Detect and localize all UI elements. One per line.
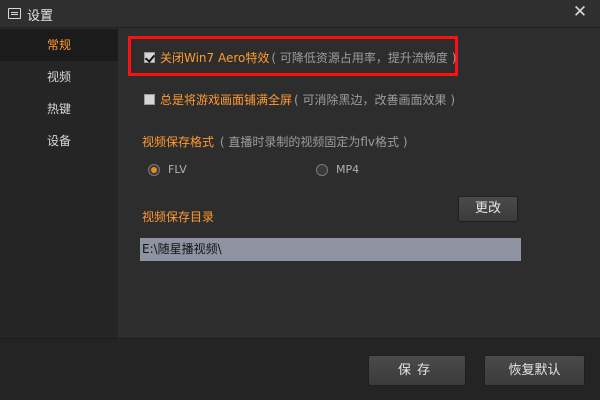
restore-defaults-button[interactable]: 恢复默认	[484, 355, 585, 386]
video-format-note: ( 直播时录制的视频固定为flv格式 )	[219, 135, 408, 149]
sidebar-item-hotkeys[interactable]: 热键	[0, 93, 118, 125]
aero-option[interactable]: 关闭Win7 Aero特效 ( 可降低资源占用率，提升流畅度 )	[144, 49, 456, 66]
close-button[interactable]: ✕	[560, 0, 600, 24]
mp4-radio-label: MP4	[336, 163, 360, 176]
aero-option-note: ( 可降低资源占用率，提升流畅度 )	[271, 51, 457, 65]
aero-checkbox[interactable]	[144, 52, 155, 63]
video-format-label: 视频保存格式	[142, 135, 215, 149]
mp4-radio-button[interactable]	[316, 163, 328, 176]
format-radio-flv[interactable]: FLV	[148, 163, 187, 176]
save-directory-field[interactable]: E:\随星播视频\	[140, 238, 521, 261]
format-radio-mp4[interactable]: MP4	[316, 163, 359, 176]
save-directory-label: 视频保存目录	[142, 210, 215, 224]
sidebar-item-devices[interactable]: 设备	[0, 125, 118, 157]
fullscreen-option-note: ( 可消除黑边，改善画面效果 )	[294, 93, 456, 107]
title-bar: 设置 ✕	[0, 0, 600, 28]
fullscreen-option-label: 总是将游戏画面铺满全屏	[160, 93, 293, 107]
footer-bar: 保存 恢复默认	[0, 338, 600, 400]
fullscreen-option[interactable]: 总是将游戏画面铺满全屏 ( 可消除黑边，改善画面效果 )	[144, 91, 455, 108]
flv-radio-label: FLV	[168, 163, 187, 176]
aero-option-label: 关闭Win7 Aero特效	[160, 51, 270, 65]
settings-window-icon	[8, 8, 21, 19]
sidebar: 常规 视频 热键 设备	[0, 29, 118, 338]
window-title: 设置	[27, 9, 54, 24]
flv-radio-button[interactable]	[148, 163, 160, 176]
fullscreen-checkbox[interactable]	[144, 94, 155, 105]
general-settings-panel: 关闭Win7 Aero特效 ( 可降低资源占用率，提升流畅度 ) 总是将游戏画面…	[118, 29, 600, 338]
change-directory-button[interactable]: 更改	[458, 196, 518, 222]
sidebar-item-general[interactable]: 常规	[0, 29, 118, 61]
video-format-section: 视频保存格式 ( 直播时录制的视频固定为flv格式 )	[142, 133, 408, 150]
save-button[interactable]: 保存	[368, 355, 466, 386]
sidebar-item-video[interactable]: 视频	[0, 61, 118, 93]
